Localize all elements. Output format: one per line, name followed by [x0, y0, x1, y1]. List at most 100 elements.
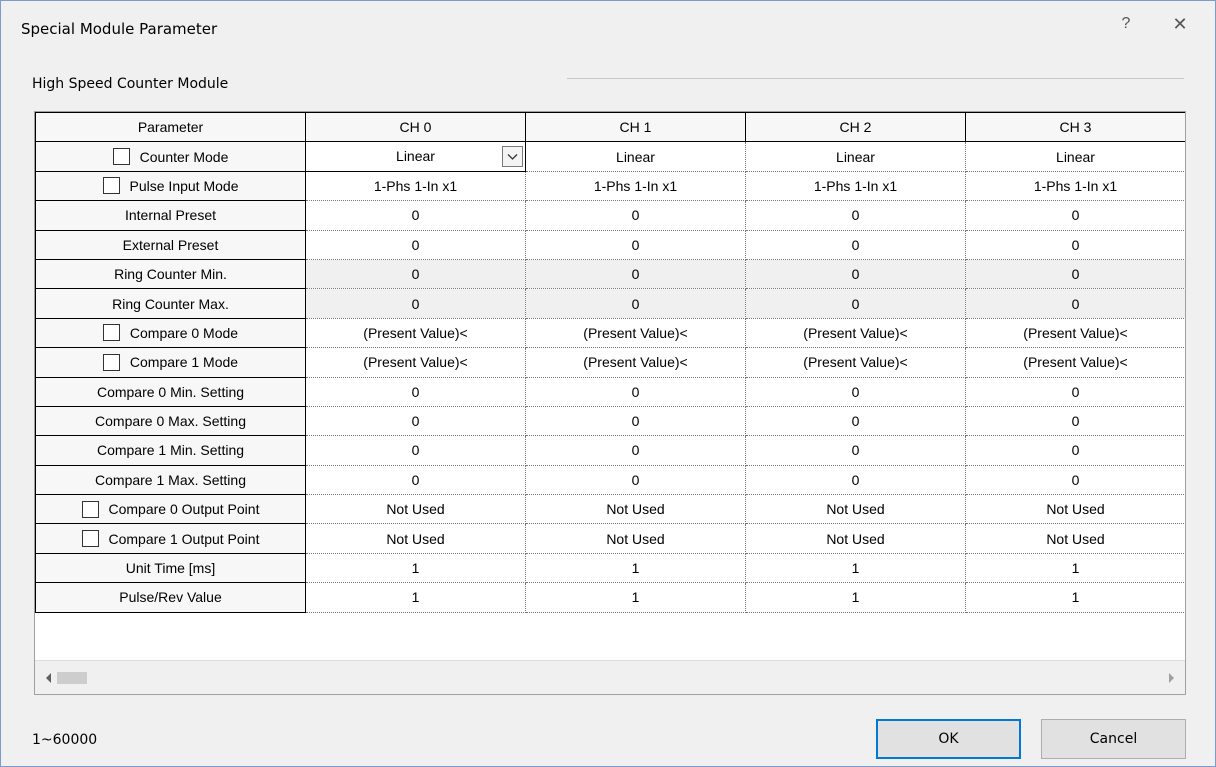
scroll-right-arrow-icon[interactable] [1167, 671, 1177, 685]
value-cell-ch2[interactable]: Linear [745, 141, 966, 172]
value-cell-ch2[interactable]: 0 [745, 377, 966, 407]
scroll-left-arrow-icon[interactable] [43, 671, 53, 685]
value-cell-ch2[interactable]: 1 [745, 582, 966, 613]
window-title: Special Module Parameter [21, 20, 218, 38]
value-cell-ch3[interactable]: 0 [965, 377, 1185, 407]
parameter-checkbox[interactable] [81, 500, 99, 518]
value-cell-ch2[interactable]: 0 [745, 465, 966, 496]
cell-value: (Present Value)< [803, 324, 908, 341]
value-cell-ch1[interactable]: 1-Phs 1-In x1 [525, 171, 746, 202]
parameter-label-cell[interactable]: Compare 0 Mode [35, 317, 306, 349]
value-cell-ch0[interactable]: 0 [305, 259, 526, 290]
value-cell-ch0[interactable]: 1 [305, 553, 526, 584]
title-bar[interactable]: Special Module Parameter ? ✕ [1, 1, 1215, 59]
value-cell-ch2[interactable]: 0 [745, 406, 966, 437]
chevron-down-icon[interactable] [502, 146, 523, 168]
value-cell-ch0[interactable]: Not Used [305, 523, 526, 554]
value-cell-ch1[interactable]: 0 [525, 465, 746, 496]
value-cell-ch3[interactable]: 0 [965, 200, 1185, 231]
value-cell-ch0[interactable]: 0 [305, 230, 526, 260]
value-cell-ch3[interactable]: (Present Value)< [965, 347, 1185, 378]
cell-value: (Present Value)< [1023, 324, 1128, 341]
parameter-label-cell[interactable]: Compare 1 Mode [35, 347, 306, 378]
value-cell-ch1[interactable]: 0 [525, 377, 746, 407]
value-cell-ch0[interactable]: 0 [305, 465, 526, 496]
parameter-checkbox[interactable] [112, 148, 130, 166]
parameter-checkbox[interactable] [102, 353, 120, 371]
value-cell-ch2[interactable]: 0 [745, 288, 966, 319]
parameter-label-cell: Internal Preset [35, 200, 306, 231]
help-button[interactable]: ? [1113, 11, 1139, 37]
value-cell-ch3[interactable]: 0 [965, 288, 1185, 319]
parameter-label-cell[interactable]: Counter Mode [35, 141, 306, 172]
value-cell-ch1[interactable]: 0 [525, 230, 746, 260]
ok-button[interactable]: OK [876, 719, 1021, 759]
parameter-label: Compare 1 Mode [129, 354, 239, 371]
value-cell-ch3[interactable]: (Present Value)< [965, 318, 1185, 349]
cell-value: Not Used [826, 530, 885, 547]
parameter-label-cell[interactable]: Compare 0 Output Point [35, 494, 306, 525]
value-cell-ch3[interactable]: 0 [965, 259, 1185, 290]
value-cell-ch2[interactable]: (Present Value)< [745, 347, 966, 378]
value-cell-ch1[interactable]: 0 [525, 406, 746, 437]
value-cell-ch0[interactable]: (Present Value)< [305, 347, 526, 378]
value-cell-ch2[interactable]: 0 [745, 200, 966, 231]
parameter-checkbox[interactable] [102, 177, 120, 195]
parameter-label-wrap: External Preset [37, 237, 305, 253]
value-cell-ch1[interactable]: 0 [525, 259, 746, 290]
value-cell-ch3[interactable]: 0 [965, 465, 1185, 496]
value-cell-ch1[interactable]: Linear [525, 141, 746, 172]
value-cell-ch3[interactable]: 0 [965, 406, 1185, 437]
value-cell-ch1[interactable]: 1 [525, 582, 746, 613]
value-cell-ch0[interactable]: 0 [305, 200, 526, 231]
value-cell-ch0[interactable]: 0 [305, 435, 526, 466]
value-cell-ch3[interactable]: 0 [965, 435, 1185, 466]
value-cell-ch3[interactable]: 0 [965, 230, 1185, 260]
value-cell-ch3[interactable]: 1-Phs 1-In x1 [965, 171, 1185, 202]
value-cell-ch1[interactable]: 1 [525, 553, 746, 584]
value-cell-ch1[interactable]: (Present Value)< [525, 347, 746, 378]
value-cell-ch1[interactable]: (Present Value)< [525, 318, 746, 349]
cancel-button[interactable]: Cancel [1041, 719, 1186, 759]
value-cell-ch3[interactable]: Not Used [965, 494, 1185, 525]
value-cell-ch2[interactable]: 0 [745, 435, 966, 466]
value-cell-ch0[interactable]: 1-Phs 1-In x1 [305, 171, 526, 202]
value-cell-ch2[interactable]: 0 [745, 230, 966, 260]
parameter-checkbox[interactable] [81, 530, 99, 548]
value-cell-ch3[interactable]: Not Used [965, 523, 1185, 554]
value-cell-ch1[interactable]: 0 [525, 435, 746, 466]
value-cell-ch3[interactable]: Linear [965, 141, 1185, 172]
cell-value: (Present Value)< [1023, 354, 1128, 371]
parameter-label-wrap: Ring Counter Min. [37, 266, 305, 282]
value-cell-ch0[interactable]: Not Used [305, 494, 526, 525]
value-cell-ch3[interactable]: 1 [965, 582, 1185, 613]
close-button[interactable]: ✕ [1167, 11, 1193, 37]
parameter-label-cell[interactable]: Pulse Input Mode [35, 170, 306, 202]
counter-mode-combobox[interactable]: Linear [307, 143, 525, 170]
value-cell-ch0[interactable]: 0 [305, 288, 526, 319]
value-cell-ch2[interactable]: 1-Phs 1-In x1 [745, 171, 966, 202]
value-cell-ch2[interactable]: Not Used [745, 494, 966, 525]
value-cell-ch3[interactable]: 1 [965, 553, 1185, 584]
cell-value: 0 [1071, 295, 1080, 312]
value-cell-ch0[interactable]: 1 [305, 582, 526, 613]
value-cell-ch0[interactable]: 0 [305, 377, 526, 407]
value-cell-ch0[interactable]: 0 [305, 406, 526, 437]
value-cell-ch2[interactable]: 1 [745, 553, 966, 584]
value-cell-ch1[interactable]: Not Used [525, 494, 746, 525]
value-cell-ch0[interactable]: Linear [305, 141, 526, 172]
parameter-checkbox[interactable] [102, 324, 120, 342]
value-cell-ch0[interactable]: (Present Value)< [305, 318, 526, 349]
value-cell-ch1[interactable]: 0 [525, 288, 746, 319]
value-cell-ch1[interactable]: Not Used [525, 523, 746, 554]
value-cell-ch1[interactable]: 0 [525, 200, 746, 231]
value-cell-ch2[interactable]: (Present Value)< [745, 318, 966, 349]
parameter-label-cell[interactable]: Compare 1 Output Point [35, 523, 306, 554]
value-cell-ch2[interactable]: 0 [745, 259, 966, 290]
parameter-grid[interactable]: Parameter CH 0 CH 1 CH 2 CH 3 Counter Mode Li… [34, 111, 1186, 695]
horizontal-scrollbar[interactable] [35, 660, 1185, 694]
cell-value: (Present Value)< [583, 324, 688, 341]
scrollbar-thumb[interactable] [57, 672, 87, 684]
parameter-label-cell: Ring Counter Min. [35, 258, 306, 290]
value-cell-ch2[interactable]: Not Used [745, 523, 966, 554]
